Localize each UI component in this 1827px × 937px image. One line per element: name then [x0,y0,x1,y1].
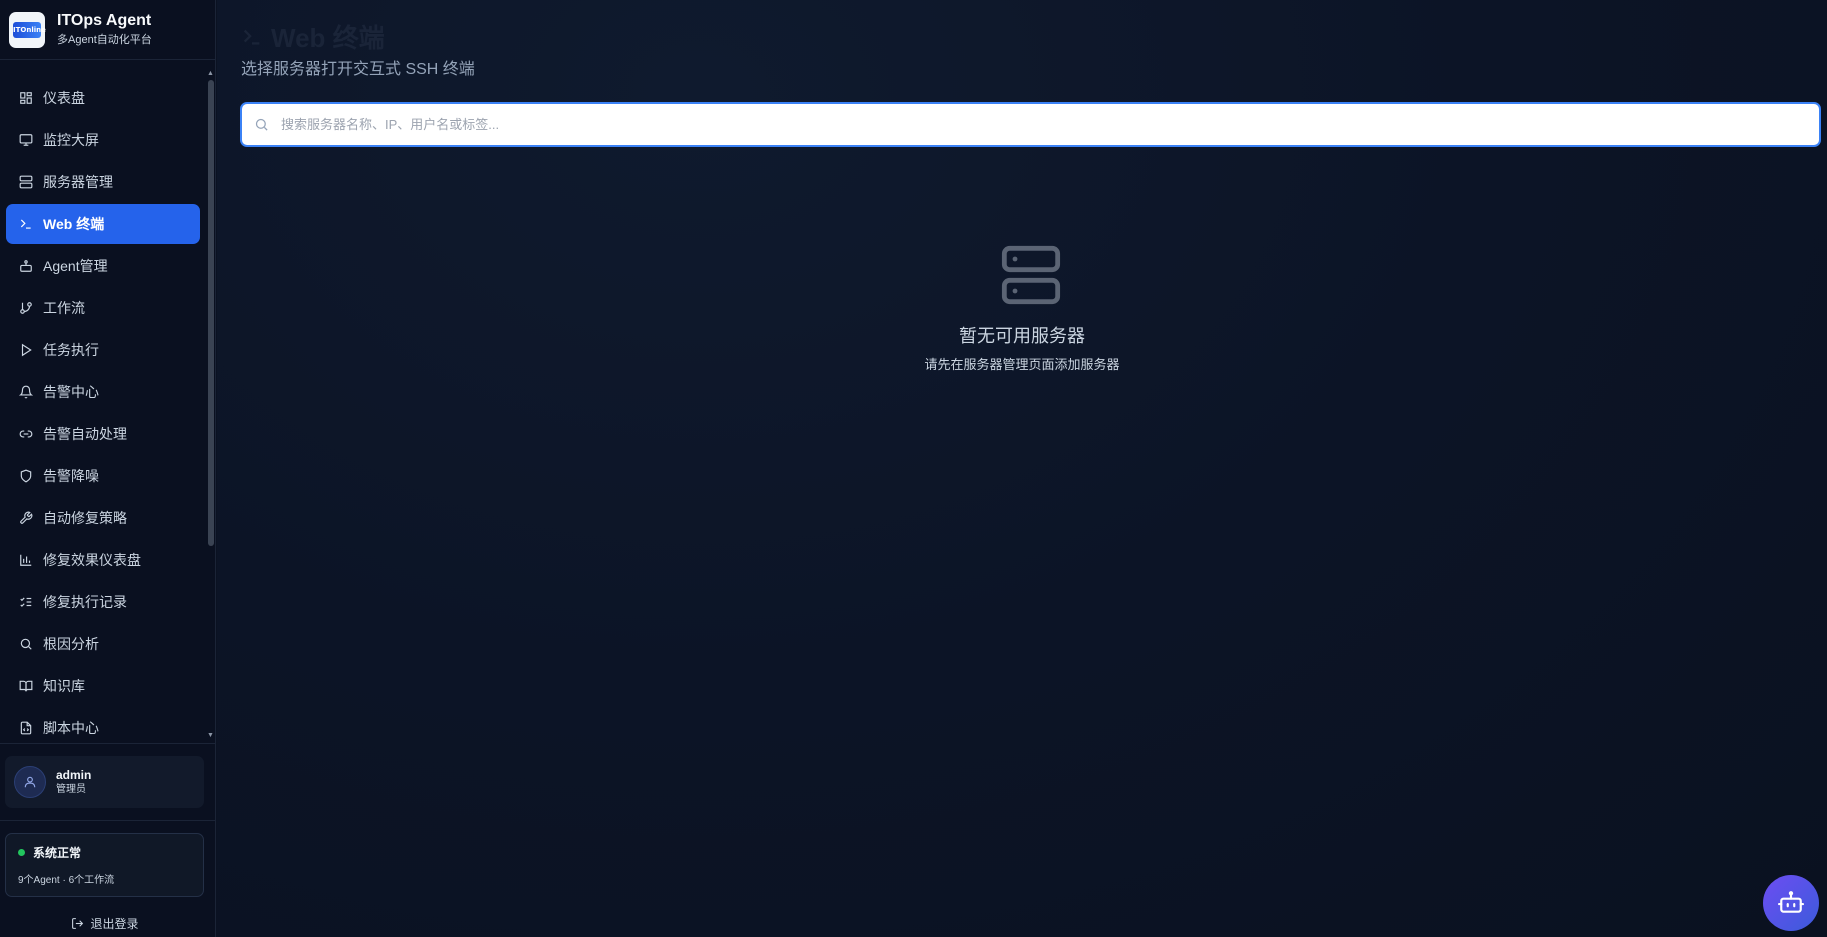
terminal-icon [241,26,263,48]
sidebar-item-agents[interactable]: Agent管理 [6,246,200,286]
empty-state-title: 暂无可用服务器 [959,326,1085,346]
logout-label: 退出登录 [90,916,139,931]
sidebar-item-servers[interactable]: 服务器管理 [6,162,200,202]
page-title-text: Web 终端 [271,23,385,53]
sidebar-item-label: 告警自动处理 [43,426,127,442]
sidebar-item-label: 仪表盘 [43,90,85,106]
sidebar-item-repair-records[interactable]: 修复执行记录 [6,582,200,622]
bot-icon [1778,891,1804,913]
sidebar-item-label: 知识库 [43,678,85,694]
user-icon [24,776,36,788]
sidebar-item-label: 服务器管理 [43,174,113,190]
sidebar-item-dashboard[interactable]: 仪表盘 [6,78,200,118]
search-input[interactable] [281,117,1781,132]
sidebar-item-label: 任务执行 [43,342,99,358]
logout-button[interactable]: 退出登录 [0,912,210,934]
status-title: 系统正常 [33,846,82,860]
sidebar-item-alert-auto[interactable]: 告警自动处理 [6,414,200,454]
brand-logo-text: ITOnline [13,21,46,38]
sidebar-item-repair-dashboard[interactable]: 修复效果仪表盘 [6,540,200,580]
sidebar-item-label: Web 终端 [43,216,105,232]
server-icon [999,243,1063,312]
monitor-icon [18,132,34,148]
empty-state-subtitle: 请先在服务器管理页面添加服务器 [924,357,1120,372]
brand[interactable]: ITOnline ITOps Agent 多Agent自动化平台 [0,0,215,60]
page-subtitle: 选择服务器打开交互式 SSH 终端 [241,61,475,78]
sidebar-item-alerts[interactable]: 告警中心 [6,372,200,412]
sidebar-item-scripts[interactable]: 脚本中心 [6,708,200,742]
brand-subtitle: 多Agent自动化平台 [57,34,152,46]
sidebar-scrollbar[interactable]: ▲ ▼ [206,70,214,744]
sidebar-item-tasks[interactable]: 任务执行 [6,330,200,370]
user-name: admin [56,768,92,782]
page-title: Web 终端 [241,18,385,55]
shield-icon [18,468,34,484]
sidebar-item-label: 修复执行记录 [43,594,127,610]
sidebar-item-label: 修复效果仪表盘 [43,552,141,568]
terminal-icon [18,216,34,232]
ai-assistant-button[interactable] [1763,875,1819,931]
status-dot-icon [18,849,25,856]
sidebar-item-workflow[interactable]: 工作流 [6,288,200,328]
file-code-icon [18,720,34,736]
sidebar-item-label: 告警降噪 [43,468,99,484]
search-icon [18,636,34,652]
sidebar-item-label: 工作流 [43,300,85,316]
brand-title: ITOps Agent [57,12,152,29]
system-status-card: 系统正常 9个Agent · 6个工作流 [5,833,204,897]
divider [0,820,216,821]
sidebar-item-auto-repair[interactable]: 自动修复策略 [6,498,200,538]
sidebar-item-label: 根因分析 [43,636,99,652]
avatar [14,766,46,798]
dashboard-icon [18,90,34,106]
main-content: Web 终端 选择服务器打开交互式 SSH 终端 暂无可用服务器 请先在服务器管… [217,0,1827,937]
sidebar-item-label: 自动修复策略 [43,510,127,526]
server-icon [18,174,34,190]
divider [0,743,216,744]
server-search[interactable] [240,102,1821,147]
sidebar-item-root-cause[interactable]: 根因分析 [6,624,200,664]
scroll-down-icon[interactable]: ▼ [207,732,214,739]
sidebar-item-monitor[interactable]: 监控大屏 [6,120,200,160]
scrollbar-thumb[interactable] [208,80,214,546]
play-icon [18,342,34,358]
status-detail: 9个Agent · 6个工作流 [18,875,115,886]
bell-icon [18,384,34,400]
brand-logo: ITOnline [9,11,46,48]
sidebar-item-label: 告警中心 [43,384,99,400]
user-card[interactable]: admin 管理员 [5,756,204,808]
scroll-up-icon[interactable]: ▲ [207,70,214,77]
wrench-icon [18,510,34,526]
bar-chart-icon [18,552,34,568]
user-role: 管理员 [56,784,86,795]
book-icon [18,678,34,694]
sidebar-item-label: 监控大屏 [43,132,99,148]
sidebar-item-web-terminal[interactable]: Web 终端 [6,204,200,244]
logout-icon [71,917,84,930]
sidebar-item-alert-denoise[interactable]: 告警降噪 [6,456,200,496]
list-checks-icon [18,594,34,610]
sidebar-item-label: Agent管理 [43,258,108,274]
sidebar: ITOnline ITOps Agent 多Agent自动化平台 仪表盘 监控大… [0,0,216,937]
sidebar-item-knowledge[interactable]: 知识库 [6,666,200,706]
sidebar-nav: 仪表盘 监控大屏 服务器管理 Web 终端 Agent管理 工作流 任务执行 告… [0,78,206,742]
search-icon [254,117,269,132]
sidebar-item-label: 脚本中心 [43,720,99,736]
link-icon [18,426,34,442]
git-branch-icon [18,300,34,316]
bot-icon [18,258,34,274]
